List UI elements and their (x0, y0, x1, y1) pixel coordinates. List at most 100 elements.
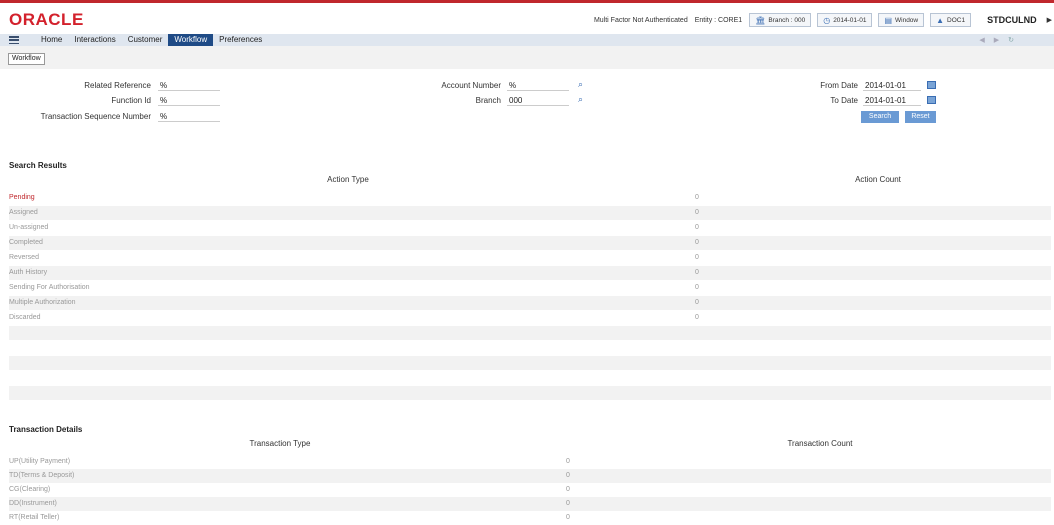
account-number-input[interactable] (507, 80, 569, 91)
nav-forward-icon[interactable]: ▶ (994, 36, 999, 44)
search-button[interactable]: Search (861, 111, 899, 123)
table-row[interactable]: Multiple Authorization 0 (9, 296, 1051, 310)
branch-label: Branch (475, 96, 501, 105)
reset-button[interactable]: Reset (905, 111, 936, 123)
to-date-calendar-icon[interactable] (927, 96, 936, 104)
table-row[interactable]: RT(Retail Teller) 0 (9, 511, 1051, 525)
entity-label: Entity : CORE1 (694, 16, 743, 24)
action-type-cell[interactable]: Completed (9, 239, 43, 246)
action-type-cell[interactable]: Multiple Authorization (9, 299, 76, 306)
action-count-cell: 0 (695, 269, 699, 276)
action-type-cell[interactable]: Sending For Authorisation (9, 284, 90, 291)
txn-seq-input[interactable] (158, 111, 220, 122)
window-icon: ▤ (884, 15, 892, 25)
account-number-label: Account Number (441, 81, 501, 90)
action-type-cell[interactable]: Discarded (9, 314, 41, 321)
branch-button-label: Branch : 000 (768, 16, 806, 24)
table-row[interactable]: Un-assigned 0 (9, 221, 1051, 235)
oracle-logo: ORACLE (9, 10, 84, 29)
action-type-cell[interactable]: Assigned (9, 209, 38, 216)
menu-item-interactions[interactable]: Interactions (68, 34, 121, 46)
menu-item-customer[interactable]: Customer (122, 34, 169, 46)
table-row (9, 341, 1051, 355)
action-type-cell[interactable]: Auth History (9, 269, 47, 276)
table-row[interactable]: Assigned 0 (9, 206, 1051, 220)
transaction-count-header: Transaction Count (787, 439, 853, 448)
related-reference-input[interactable] (158, 80, 220, 91)
date-button[interactable]: ◷ 2014-01-01 (817, 13, 873, 27)
action-count-cell: 0 (695, 284, 699, 291)
action-type-header: Action Type (327, 175, 369, 184)
table-row[interactable]: Sending For Authorisation 0 (9, 281, 1051, 295)
table-row[interactable]: CG(Clearing) 0 (9, 483, 1051, 497)
nav-back-icon[interactable]: ◀ (979, 36, 984, 44)
menu-item-preferences[interactable]: Preferences (213, 34, 268, 46)
table-row[interactable]: Pending 0 (9, 191, 1051, 205)
transaction-type-cell[interactable]: DD(Instrument) (9, 500, 57, 507)
transaction-count-cell: 0 (566, 458, 570, 465)
branch-input[interactable] (507, 95, 569, 106)
table-row[interactable]: Reversed 0 (9, 251, 1051, 265)
transaction-details-title: Transaction Details (9, 425, 83, 434)
expand-arrow-icon[interactable]: ▶ (1047, 16, 1052, 24)
clock-icon: ◷ (823, 15, 831, 25)
tab-workflow[interactable]: Workflow (8, 53, 45, 65)
from-date-label: From Date (820, 81, 858, 90)
branch-search-icon[interactable]: ⌕ (578, 94, 583, 105)
table-row (9, 386, 1051, 400)
doc-button-label: DOC1 (947, 16, 966, 24)
transaction-type-header: Transaction Type (249, 439, 311, 448)
app-header: ORACLE Multi Factor Not Authenticated En… (0, 3, 1054, 34)
table-row[interactable]: Completed 0 (9, 236, 1051, 250)
function-id-input[interactable] (158, 95, 220, 106)
menu-tools: ◀ ▶ ↻ (970, 34, 1014, 46)
action-type-cell[interactable]: Un-assigned (9, 224, 48, 231)
function-id-label: Function Id (111, 96, 151, 105)
window-button-label: Window (895, 16, 919, 24)
transaction-type-cell[interactable]: TD(Terms & Deposit) (9, 472, 74, 479)
action-count-header: Action Count (855, 175, 901, 184)
action-type-cell[interactable]: Pending (9, 194, 35, 201)
related-reference-label: Related Reference (84, 81, 151, 90)
window-button[interactable]: ▤ Window (878, 13, 925, 27)
from-date-input[interactable] (863, 80, 921, 91)
to-date-label: To Date (830, 96, 858, 105)
branch-button[interactable]: 🏛 Branch : 000 (749, 13, 812, 27)
date-button-label: 2014-01-01 (833, 16, 867, 24)
user-icon: ▲ (936, 15, 945, 25)
account-search-icon[interactable]: ⌕ (578, 79, 583, 90)
to-date-input[interactable] (863, 95, 921, 106)
refresh-icon[interactable]: ↻ (1008, 36, 1014, 44)
transaction-type-cell[interactable]: UP(Utility Payment) (9, 458, 70, 465)
transaction-count-cell: 0 (566, 500, 570, 507)
table-row (9, 356, 1051, 370)
main-menu: Home Interactions Customer Workflow Pref… (0, 34, 1054, 46)
table-row[interactable]: Auth History 0 (9, 266, 1051, 280)
table-row[interactable]: Discarded 0 (9, 311, 1051, 325)
menu-item-workflow[interactable]: Workflow (168, 34, 214, 46)
action-count-cell: 0 (695, 299, 699, 306)
user-name[interactable]: STDCULND (987, 15, 1037, 25)
table-row[interactable]: TD(Terms & Deposit) 0 (9, 469, 1051, 483)
action-count-cell: 0 (695, 224, 699, 231)
from-date-calendar-icon[interactable] (927, 81, 936, 89)
menu-item-home[interactable]: Home (35, 34, 68, 46)
transaction-count-cell: 0 (566, 514, 570, 521)
bank-icon: 🏛 (755, 15, 766, 25)
doc-button[interactable]: ▲ DOC1 (930, 13, 972, 27)
table-row[interactable]: DD(Instrument) 0 (9, 497, 1051, 511)
action-count-cell: 0 (695, 239, 699, 246)
header-status-bar: Multi Factor Not Authenticated Entity : … (594, 12, 1054, 28)
action-type-cell[interactable]: Reversed (9, 254, 39, 261)
action-count-cell: 0 (695, 209, 699, 216)
transaction-type-cell[interactable]: CG(Clearing) (9, 486, 50, 493)
tab-strip: Workflow (0, 46, 1054, 69)
search-results-title: Search Results (9, 161, 67, 170)
transaction-type-cell[interactable]: RT(Retail Teller) (9, 514, 59, 521)
table-row[interactable]: UP(Utility Payment) 0 (9, 455, 1051, 469)
action-count-cell: 0 (695, 254, 699, 261)
txn-seq-label: Transaction Sequence Number (40, 112, 151, 121)
transaction-count-cell: 0 (566, 472, 570, 479)
table-row (9, 371, 1051, 385)
hamburger-menu-icon[interactable] (9, 36, 19, 44)
